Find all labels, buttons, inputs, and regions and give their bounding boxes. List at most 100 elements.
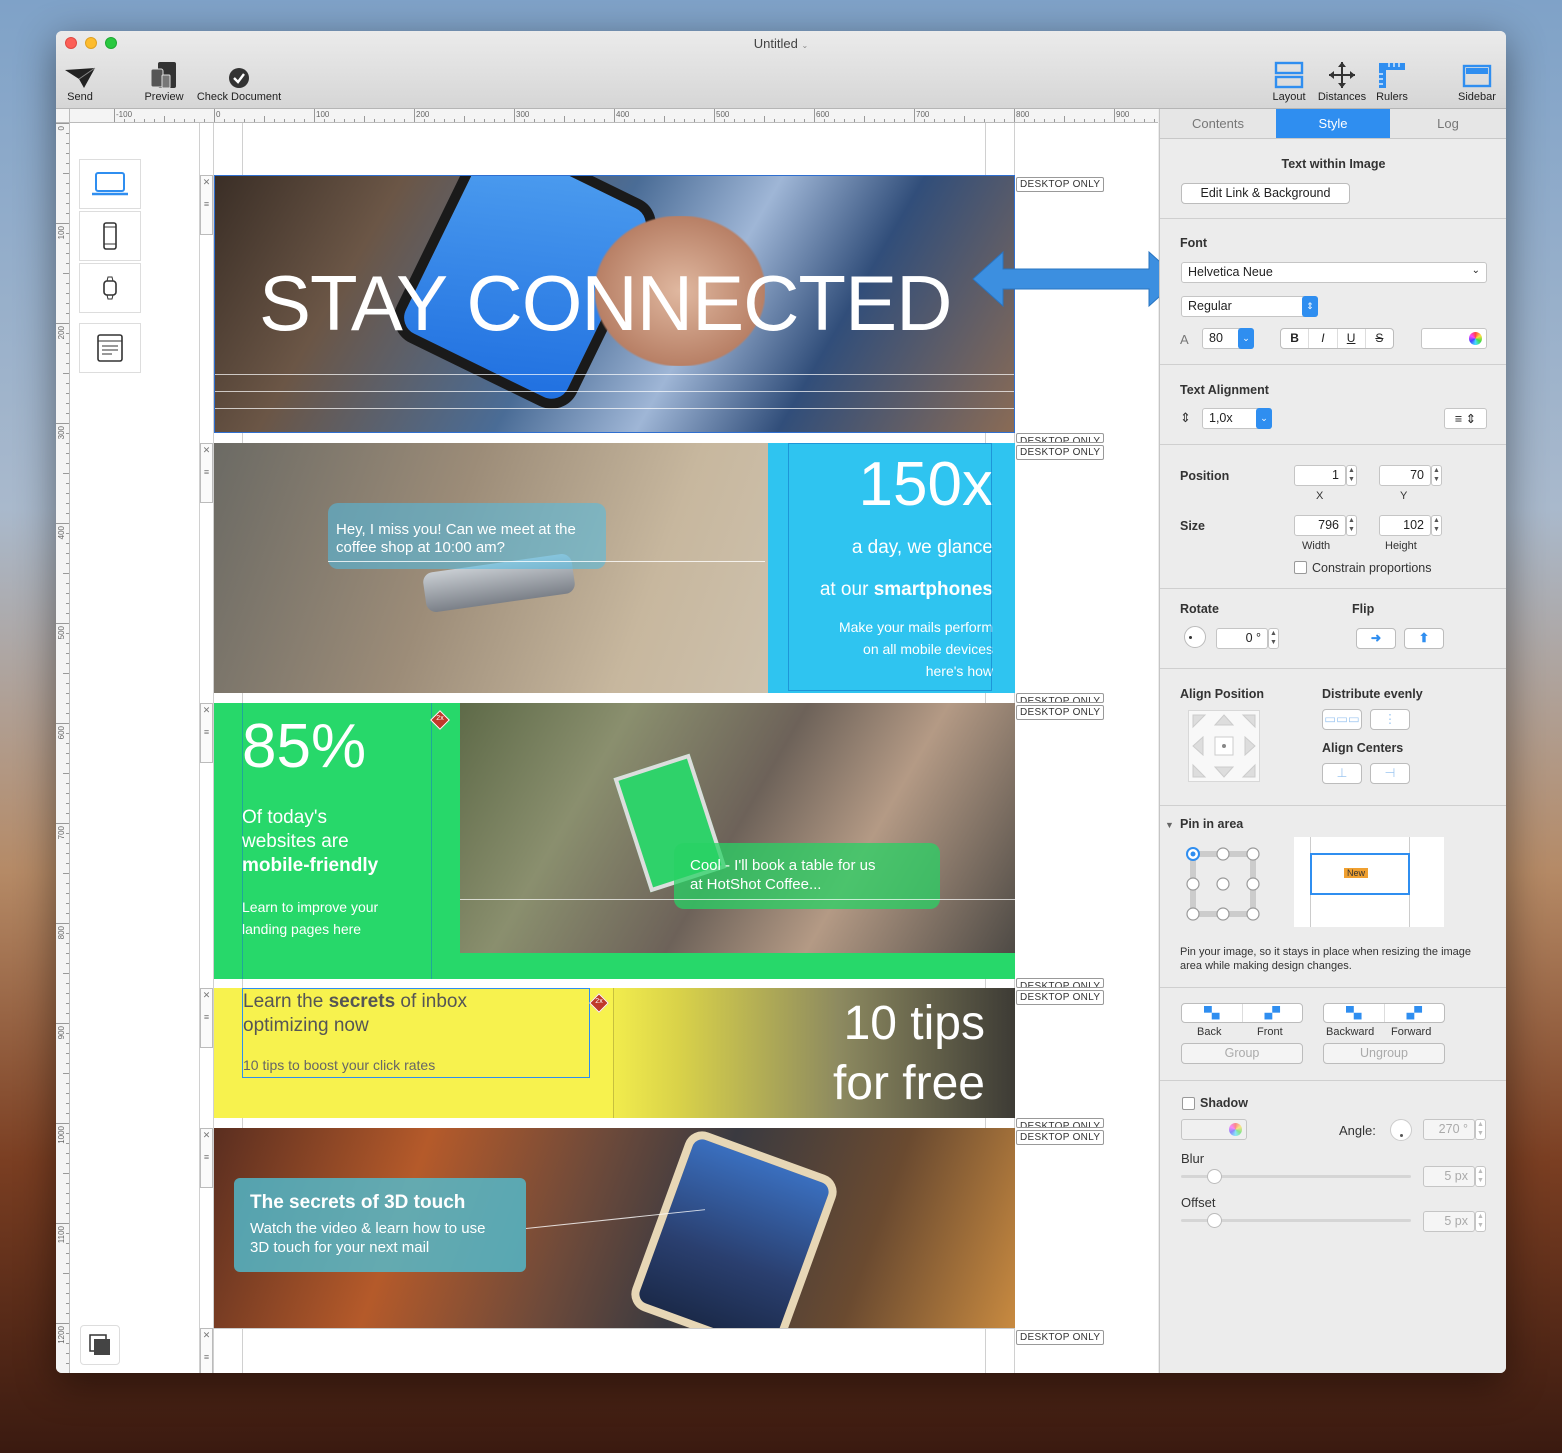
distances-button[interactable]: Distances bbox=[1314, 61, 1370, 103]
stepper-icon[interactable]: ▲ ▼ bbox=[1268, 628, 1279, 649]
empty-section[interactable] bbox=[214, 1328, 1015, 1373]
strikethrough-button[interactable]: S bbox=[1366, 329, 1393, 348]
stat-panel: 150x a day, we glance at our smartphones… bbox=[768, 443, 1015, 693]
alignment-select[interactable]: ≡ ⇕ bbox=[1444, 408, 1487, 429]
blur-slider[interactable] bbox=[1181, 1169, 1411, 1184]
tab-style[interactable]: Style bbox=[1276, 109, 1390, 138]
width-field[interactable]: 796 bbox=[1294, 515, 1346, 536]
ungroup-button[interactable]: Ungroup bbox=[1323, 1043, 1445, 1064]
italic-button[interactable]: I bbox=[1309, 329, 1338, 348]
ruler-label: 600 bbox=[57, 726, 66, 740]
offset-field[interactable]: 5 px bbox=[1423, 1211, 1475, 1232]
align-position-grid[interactable] bbox=[1188, 710, 1260, 782]
shadow-angle-field[interactable]: 270 ° bbox=[1423, 1119, 1475, 1140]
window-title[interactable]: Untitled ⌄ bbox=[56, 36, 1506, 51]
bring-forward-button[interactable]: ▄▀ bbox=[1385, 1004, 1445, 1022]
phone-view-button[interactable] bbox=[79, 211, 141, 261]
plain-text-view-button[interactable] bbox=[79, 323, 141, 373]
tips-text-box[interactable]: Learn the secrets of inbox optimizing no… bbox=[242, 988, 590, 1078]
smartphones-section[interactable]: Hey, I miss you! Can we meet at the coff… bbox=[214, 443, 1015, 693]
flip-horizontal-button[interactable]: ➜ bbox=[1356, 628, 1396, 649]
sidebar-toggle-button[interactable]: Sidebar bbox=[1454, 61, 1500, 103]
group-button[interactable]: Group bbox=[1181, 1043, 1303, 1064]
desktop-only-badge: DESKTOP ONLY bbox=[1016, 705, 1105, 720]
check-document-button[interactable]: Check Document bbox=[192, 61, 286, 103]
ruler-label: 900 bbox=[1116, 110, 1130, 119]
phone-icon bbox=[103, 222, 117, 250]
rotate-field[interactable]: 0 ° bbox=[1216, 628, 1268, 649]
rulers-button[interactable]: Rulers bbox=[1372, 61, 1412, 103]
ruler-label: 700 bbox=[916, 110, 930, 119]
send-backward-button[interactable]: ▀▄ bbox=[1324, 1004, 1385, 1022]
section-handle[interactable]: ✕ ≡ bbox=[200, 175, 213, 235]
edit-link-background-button[interactable]: Edit Link & Background bbox=[1181, 183, 1350, 204]
promo-box[interactable]: The secrets of 3D touch Watch the video … bbox=[234, 1178, 526, 1272]
stepper-icon[interactable]: ▲ ▼ bbox=[1475, 1119, 1486, 1140]
slider-thumb[interactable] bbox=[1207, 1169, 1222, 1184]
chat-bubble[interactable]: Hey, I miss you! Can we meet at the coff… bbox=[328, 503, 606, 569]
horizontal-ruler[interactable]: -100 0 100 200 300 400 500 600 700 800 900 bbox=[70, 109, 1158, 123]
shadow-checkbox[interactable] bbox=[1182, 1097, 1195, 1110]
offset-slider[interactable] bbox=[1181, 1213, 1411, 1228]
arrow-up-icon: ⬆ bbox=[1418, 631, 1430, 645]
desktop-only-badge: DESKTOP ONLY bbox=[1016, 990, 1105, 1005]
align-center-vertical-button[interactable]: ⊣ bbox=[1370, 763, 1410, 784]
preview-button[interactable]: Preview bbox=[140, 61, 188, 103]
section-handle[interactable]: ✕ ≡ bbox=[200, 1328, 213, 1373]
close-icon: ✕ bbox=[202, 177, 211, 187]
ruler-tick bbox=[914, 109, 915, 122]
section-handle[interactable]: ✕ ≡ bbox=[200, 703, 213, 763]
preview-toggle-button[interactable] bbox=[80, 1325, 120, 1365]
stepper-icon[interactable]: ▲ ▼ bbox=[1431, 515, 1442, 536]
section-handle[interactable]: ✕ ≡ bbox=[200, 988, 213, 1048]
shadow-color-well[interactable] bbox=[1181, 1119, 1247, 1140]
flip-vertical-button[interactable]: ⬆ bbox=[1404, 628, 1444, 649]
stepper-icon[interactable]: ▲ ▼ bbox=[1346, 515, 1357, 536]
section-handle[interactable]: ✕ ≡ bbox=[200, 443, 213, 503]
send-button[interactable]: Send bbox=[60, 61, 100, 103]
font-weight-select[interactable]: Regular bbox=[1181, 296, 1318, 317]
underline-button[interactable]: U bbox=[1338, 329, 1366, 348]
hero-headline[interactable]: STAY CONNECTED bbox=[259, 258, 952, 349]
email-canvas[interactable]: ✕ ≡ STAY CONNECTED DESKTOP ONLY ✕ ≡ Hey, I… bbox=[70, 123, 1158, 1373]
tab-contents[interactable]: Contents bbox=[1160, 109, 1276, 138]
stepper-icon[interactable]: ⇕ bbox=[1302, 296, 1318, 317]
bring-to-front-button[interactable]: ▄▀ bbox=[1243, 1004, 1303, 1022]
stepper-icon[interactable]: ▲ ▼ bbox=[1346, 465, 1357, 486]
pin-anchor-grid[interactable] bbox=[1186, 847, 1260, 921]
vertical-ruler[interactable]: 0 100 200 300 400 500 600 700 800 900 1000 1100 1200 bbox=[56, 123, 70, 1373]
stepper-icon[interactable]: ▲ ▼ bbox=[1431, 465, 1442, 486]
position-x-field[interactable]: 1 bbox=[1294, 465, 1346, 486]
align-center-horizontal-button[interactable]: ⊥ bbox=[1322, 763, 1362, 784]
bold-button[interactable]: B bbox=[1281, 329, 1310, 348]
inspector-sidebar: Contents Style Log Text within Image Edi… bbox=[1159, 109, 1506, 1373]
mobile-friendly-section[interactable]: Cool - I'll book a table for us at HotSh… bbox=[214, 703, 1015, 979]
distribute-horizontal-button[interactable]: ▭▭▭ bbox=[1322, 709, 1362, 730]
stepper-icon[interactable]: ▲ ▼ bbox=[1475, 1166, 1486, 1187]
position-y-field[interactable]: 70 bbox=[1379, 465, 1431, 486]
distribute-vertical-button[interactable]: ⋮ bbox=[1370, 709, 1410, 730]
section-handle[interactable]: ✕ ≡ bbox=[200, 1128, 213, 1188]
stepper-icon[interactable]: ▲ ▼ bbox=[1475, 1211, 1486, 1232]
ruler-label: 900 bbox=[57, 1026, 66, 1040]
slider-thumb[interactable] bbox=[1207, 1213, 1222, 1228]
inbox-tips-section[interactable]: Learn the secrets of inbox optimizing no… bbox=[214, 988, 1015, 1118]
disclosure-triangle-icon[interactable]: ▼ bbox=[1165, 820, 1174, 830]
constrain-proportions-checkbox[interactable] bbox=[1294, 561, 1307, 574]
rotation-knob[interactable] bbox=[1184, 626, 1206, 648]
shadow-angle-knob[interactable] bbox=[1390, 1119, 1412, 1141]
3d-touch-section[interactable]: The secrets of 3D touch Watch the video … bbox=[214, 1128, 1015, 1328]
text-color-well[interactable] bbox=[1421, 328, 1487, 349]
font-family-select[interactable]: Helvetica Neue ⌄ bbox=[1181, 262, 1487, 283]
layout-button[interactable]: Layout bbox=[1268, 61, 1310, 103]
watch-view-button[interactable] bbox=[79, 263, 141, 313]
line-height-dropdown[interactable]: ⌄ bbox=[1256, 408, 1272, 429]
tab-log[interactable]: Log bbox=[1390, 109, 1506, 138]
blur-field[interactable]: 5 px bbox=[1423, 1166, 1475, 1187]
font-size-dropdown[interactable]: ⌄ bbox=[1238, 328, 1254, 349]
ruler-tick bbox=[56, 1023, 69, 1024]
hero-section[interactable]: STAY CONNECTED bbox=[214, 175, 1015, 433]
send-to-back-button[interactable]: ▀▄ bbox=[1182, 1004, 1243, 1022]
desktop-view-button[interactable] bbox=[79, 159, 141, 209]
height-field[interactable]: 102 bbox=[1379, 515, 1431, 536]
